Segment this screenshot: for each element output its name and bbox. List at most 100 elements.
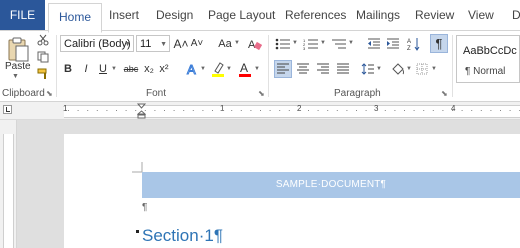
sort-icon: A Z bbox=[407, 37, 420, 51]
vertical-ruler[interactable] bbox=[0, 120, 17, 248]
decrease-indent-button[interactable] bbox=[366, 35, 382, 52]
font-name-value: Calibri (Body) bbox=[64, 38, 131, 50]
increase-indent-button[interactable] bbox=[385, 35, 401, 52]
font-color-icon: A bbox=[239, 61, 251, 77]
clipboard-group-label: Clipboard bbox=[2, 88, 45, 99]
highlighter-icon bbox=[212, 62, 224, 77]
underline-button[interactable]: U bbox=[97, 61, 109, 77]
tab-selector[interactable] bbox=[3, 105, 12, 114]
font-name-combo[interactable]: Calibri (Body) ▼ bbox=[60, 35, 134, 52]
tab-page-layout[interactable]: Page Layout bbox=[208, 0, 275, 30]
show-formatting-marks-button[interactable]: ¶ bbox=[430, 34, 448, 53]
tab-view[interactable]: View bbox=[468, 0, 494, 30]
style-normal[interactable]: AaBbCcDc ¶ Normal bbox=[456, 35, 520, 83]
text-effects-button[interactable]: A bbox=[186, 61, 200, 77]
clipboard-paste-icon bbox=[8, 37, 29, 62]
chevron-down-icon[interactable]: ▼ bbox=[12, 73, 19, 80]
tab-design[interactable]: Design bbox=[156, 0, 193, 30]
svg-text:3: 3 bbox=[303, 46, 306, 50]
font-size-combo[interactable]: 11 ▼ bbox=[136, 35, 170, 52]
text-effects-icon: A bbox=[187, 62, 197, 76]
grow-font-button[interactable]: A˄ bbox=[174, 35, 189, 52]
document-banner[interactable]: SAMPLE·DOCUMENT¶ bbox=[142, 172, 520, 198]
paragraph-bullet-mark bbox=[136, 230, 139, 233]
indent-icon bbox=[387, 38, 399, 48]
chevron-down-icon[interactable]: ▼ bbox=[226, 66, 232, 72]
sort-button[interactable]: A Z bbox=[406, 35, 422, 52]
chevron-down-icon: ▼ bbox=[160, 41, 167, 48]
chevron-down-icon[interactable]: ▼ bbox=[406, 66, 412, 72]
paste-label[interactable]: Paste bbox=[5, 61, 31, 72]
align-right-icon bbox=[317, 63, 329, 74]
tab-references[interactable]: References bbox=[285, 0, 346, 30]
multilevel-list-button[interactable] bbox=[330, 35, 348, 52]
svg-text:A: A bbox=[407, 39, 411, 45]
align-right-button[interactable] bbox=[314, 60, 332, 78]
style-name: ¶ Normal bbox=[465, 66, 506, 77]
chevron-down-icon[interactable]: ▼ bbox=[292, 40, 298, 46]
chevron-down-icon[interactable]: ▼ bbox=[254, 66, 260, 72]
section-heading[interactable]: Section·1¶ bbox=[142, 226, 223, 246]
chevron-down-icon[interactable]: ▼ bbox=[111, 66, 117, 72]
tab-overflow[interactable]: D bbox=[512, 0, 520, 30]
align-left-button[interactable] bbox=[274, 60, 292, 78]
chevron-down-icon[interactable]: ▼ bbox=[431, 66, 437, 72]
font-color-button[interactable]: A bbox=[238, 60, 252, 78]
borders-button[interactable] bbox=[414, 60, 430, 78]
group-divider bbox=[268, 35, 269, 97]
cut-button[interactable] bbox=[36, 33, 50, 47]
line-spacing-button[interactable] bbox=[360, 60, 376, 78]
chevron-down-icon[interactable]: ▼ bbox=[320, 40, 326, 46]
multilevel-list-icon bbox=[332, 39, 346, 48]
line-spacing-icon bbox=[361, 63, 374, 75]
paragraph-launcher-icon[interactable]: ⬊ bbox=[441, 89, 448, 98]
chevron-down-icon[interactable]: ▼ bbox=[348, 40, 354, 46]
chevron-down-icon: ▼ bbox=[124, 41, 131, 48]
group-divider bbox=[452, 35, 453, 97]
justify-button[interactable] bbox=[334, 60, 352, 78]
font-size-value: 11 bbox=[140, 38, 152, 50]
bullet-list-icon bbox=[275, 38, 290, 49]
svg-text:A: A bbox=[248, 39, 256, 51]
scissors-icon bbox=[37, 34, 49, 46]
tab-mailings[interactable]: Mailings bbox=[356, 0, 400, 30]
ribbon-home: Paste ▼ Clipboard ⬊ Calibri (Body) ▼ 11 … bbox=[0, 31, 520, 102]
svg-text:A: A bbox=[187, 62, 196, 76]
chevron-down-icon[interactable]: ▼ bbox=[376, 66, 382, 72]
horizontal-ruler[interactable]: 1 1 2 3 4 bbox=[0, 102, 520, 120]
bullets-button[interactable] bbox=[274, 35, 292, 52]
clear-formatting-button[interactable]: A bbox=[247, 35, 263, 52]
highlight-button[interactable] bbox=[210, 60, 226, 78]
italic-button[interactable]: I bbox=[80, 61, 92, 77]
strikethrough-button[interactable]: abc bbox=[122, 61, 140, 77]
document-page[interactable]: SAMPLE·DOCUMENT¶ ¶ Section·1¶ bbox=[64, 134, 520, 248]
numbering-button[interactable]: 1 2 3 bbox=[302, 35, 320, 52]
font-launcher-icon[interactable]: ⬊ bbox=[258, 89, 265, 98]
chevron-down-icon[interactable]: ▼ bbox=[234, 40, 240, 46]
align-center-button[interactable] bbox=[294, 60, 312, 78]
superscript-button[interactable]: x² bbox=[158, 61, 170, 77]
shading-button[interactable] bbox=[390, 60, 406, 78]
align-left-icon bbox=[277, 63, 289, 74]
paint-bucket-icon bbox=[392, 63, 404, 75]
clipboard-launcher-icon[interactable]: ⬊ bbox=[46, 89, 53, 98]
change-case-button[interactable]: Aa bbox=[216, 35, 234, 52]
ribbon-tab-bar: FILE Home Insert Design Page Layout Refe… bbox=[0, 0, 520, 33]
tab-insert[interactable]: Insert bbox=[109, 0, 139, 30]
format-painter-button[interactable] bbox=[36, 67, 50, 81]
shrink-font-button[interactable]: A˅ bbox=[190, 35, 204, 52]
subscript-button[interactable]: x₂ bbox=[143, 61, 155, 77]
copy-button[interactable] bbox=[36, 50, 50, 64]
eraser-icon: A bbox=[248, 39, 262, 51]
svg-text:A: A bbox=[240, 61, 248, 75]
tab-review[interactable]: Review bbox=[415, 0, 454, 30]
bold-button[interactable]: B bbox=[62, 61, 74, 77]
tab-home[interactable]: Home bbox=[48, 3, 103, 33]
tab-file[interactable]: FILE bbox=[0, 0, 45, 30]
svg-text:Z: Z bbox=[407, 46, 411, 51]
empty-paragraph-mark[interactable]: ¶ bbox=[142, 202, 147, 213]
ruler-ticks bbox=[68, 110, 520, 111]
chevron-down-icon[interactable]: ▼ bbox=[200, 66, 206, 72]
copy-icon bbox=[37, 51, 49, 63]
group-divider bbox=[56, 35, 57, 97]
